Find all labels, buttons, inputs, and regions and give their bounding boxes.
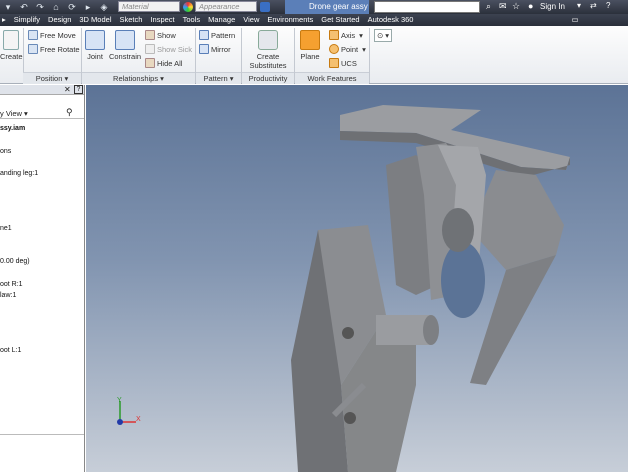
- browser-item[interactable]: oot L:1: [0, 347, 21, 354]
- view-dropdown-button[interactable]: ⊙ ▾: [374, 29, 393, 42]
- panel-relationships[interactable]: Relationships ▾: [82, 72, 195, 84]
- show-sick-icon: [145, 44, 155, 54]
- appearance-dropdown[interactable]: Appearance: [195, 1, 257, 12]
- undo-icon[interactable]: ↶: [17, 1, 31, 13]
- center-slot: [441, 242, 485, 318]
- show-icon: [145, 30, 155, 40]
- pattern-button[interactable]: Pattern: [199, 30, 235, 40]
- sign-in-link[interactable]: Sign In: [540, 2, 565, 11]
- app-menu-arrow-icon[interactable]: ▾: [1, 1, 15, 13]
- search-input[interactable]: [374, 1, 480, 13]
- create-substitutes-button[interactable]: Create Substitutes: [245, 30, 291, 70]
- point-icon: [329, 44, 339, 54]
- browser-item[interactable]: law:1: [0, 292, 16, 299]
- find-icon[interactable]: ⚲: [66, 107, 73, 118]
- tab-simplify[interactable]: Simplify: [10, 14, 44, 26]
- panel-productivity[interactable]: Productivity: [242, 72, 294, 84]
- browser-root[interactable]: ssy.iam: [0, 125, 25, 132]
- hide-all-icon: [145, 58, 155, 68]
- show-button[interactable]: Show: [145, 30, 176, 40]
- free-move-button[interactable]: Free Move: [28, 30, 76, 40]
- tab-tools[interactable]: Tools: [179, 14, 205, 26]
- ribbon-toggle-icon[interactable]: ▭: [567, 14, 582, 26]
- browser-item[interactable]: ne1: [0, 225, 12, 232]
- redo-icon[interactable]: ↷: [33, 1, 47, 13]
- joint-button[interactable]: Joint: [84, 30, 106, 61]
- link-pin: [376, 315, 431, 345]
- color-override-icon[interactable]: [260, 2, 270, 12]
- tab-sketch[interactable]: Sketch: [116, 14, 147, 26]
- show-sick-button[interactable]: Show Sick: [145, 44, 192, 54]
- plane-icon: [300, 30, 320, 50]
- chevron-down-icon[interactable]: ▾: [577, 1, 581, 10]
- rotate-icon: [28, 44, 38, 54]
- user-icon: ●: [528, 1, 534, 11]
- update-icon[interactable]: ⟳: [65, 1, 79, 13]
- point-button[interactable]: Point ▾: [329, 44, 366, 54]
- home-icon[interactable]: ⌂: [49, 1, 63, 13]
- select-icon[interactable]: ▸: [81, 1, 95, 13]
- tab-inspect[interactable]: Inspect: [146, 14, 178, 26]
- pin-lower: [344, 412, 356, 424]
- tab-view[interactable]: View: [239, 14, 263, 26]
- ucs-button[interactable]: UCS: [329, 58, 357, 68]
- browser-item[interactable]: anding leg:1: [0, 170, 38, 177]
- panel-position[interactable]: Position ▾: [23, 72, 81, 84]
- browser-item[interactable]: ons: [0, 148, 11, 155]
- ribbon: Create Free Move Free Rotate Joint Const…: [0, 26, 628, 84]
- graphics-viewport[interactable]: Y X: [86, 85, 628, 472]
- panel-pattern[interactable]: Pattern ▾: [196, 72, 241, 84]
- mirror-icon: [199, 44, 209, 54]
- tab-design[interactable]: Design: [44, 14, 75, 26]
- ribbon-tabs: ▸ Simplify Design 3D Model Sketch Inspec…: [0, 14, 628, 26]
- browser-header: ✕ ?: [0, 85, 84, 95]
- constrain-button[interactable]: Constrain: [108, 30, 142, 61]
- pattern-icon: [199, 30, 209, 40]
- x-axis-label: X: [136, 416, 141, 423]
- y-axis-label: Y: [117, 397, 122, 404]
- measure-icon[interactable]: ◈: [97, 1, 111, 13]
- tab-environments[interactable]: Environments: [263, 14, 317, 26]
- axis-button[interactable]: Axis ▾: [329, 30, 363, 40]
- create-component-button[interactable]: Create: [0, 30, 23, 61]
- browser-item[interactable]: oot R:1: [0, 281, 23, 288]
- link-pin-end: [423, 315, 439, 345]
- panel-work-features[interactable]: Work Features: [295, 72, 369, 84]
- free-rotate-button[interactable]: Free Rotate: [28, 44, 80, 54]
- close-icon[interactable]: ✕: [64, 85, 71, 94]
- help-icon[interactable]: ?: [606, 1, 610, 10]
- material-dropdown[interactable]: Material: [118, 1, 180, 12]
- hide-all-button[interactable]: Hide All: [145, 58, 182, 68]
- pin-upper: [342, 327, 354, 339]
- constrain-icon: [115, 30, 135, 50]
- model-browser: ✕ ? y View ▾ ⚲ ssy.iam ons anding leg:1 …: [0, 85, 85, 472]
- document-tab[interactable]: Drone gear assy: [285, 0, 369, 14]
- tab-get-started[interactable]: Get Started: [317, 14, 363, 26]
- center-pivot: [442, 208, 474, 252]
- search-icon[interactable]: ⌕: [486, 1, 491, 12]
- joint-icon: [85, 30, 105, 50]
- substitutes-icon: [258, 30, 278, 50]
- browser-view-dropdown[interactable]: y View ▾: [0, 109, 28, 118]
- help-icon[interactable]: ?: [74, 85, 83, 94]
- chevron-down-icon: ▾: [385, 31, 390, 40]
- browser-item[interactable]: 0.00 deg): [0, 258, 30, 265]
- appearance-icon: [183, 2, 193, 12]
- plane-button[interactable]: Plane: [298, 30, 322, 61]
- tab-manage[interactable]: Manage: [204, 14, 239, 26]
- move-icon: [28, 30, 38, 40]
- create-icon: [3, 30, 19, 50]
- favorites-icon[interactable]: ☆: [512, 1, 520, 12]
- landing-gear-model[interactable]: [86, 85, 628, 472]
- tab-3d-model[interactable]: 3D Model: [75, 14, 115, 26]
- tab-arrow-icon[interactable]: ▸: [0, 14, 10, 26]
- axis-icon: [329, 30, 339, 40]
- mirror-button[interactable]: Mirror: [199, 44, 231, 54]
- tab-autodesk-360[interactable]: Autodesk 360: [364, 14, 418, 26]
- visual-style-icon: ⊙: [377, 31, 384, 40]
- ucs-icon: [329, 58, 339, 68]
- exchange-icon[interactable]: ⇄: [590, 1, 597, 10]
- communication-icon[interactable]: ✉: [499, 1, 507, 12]
